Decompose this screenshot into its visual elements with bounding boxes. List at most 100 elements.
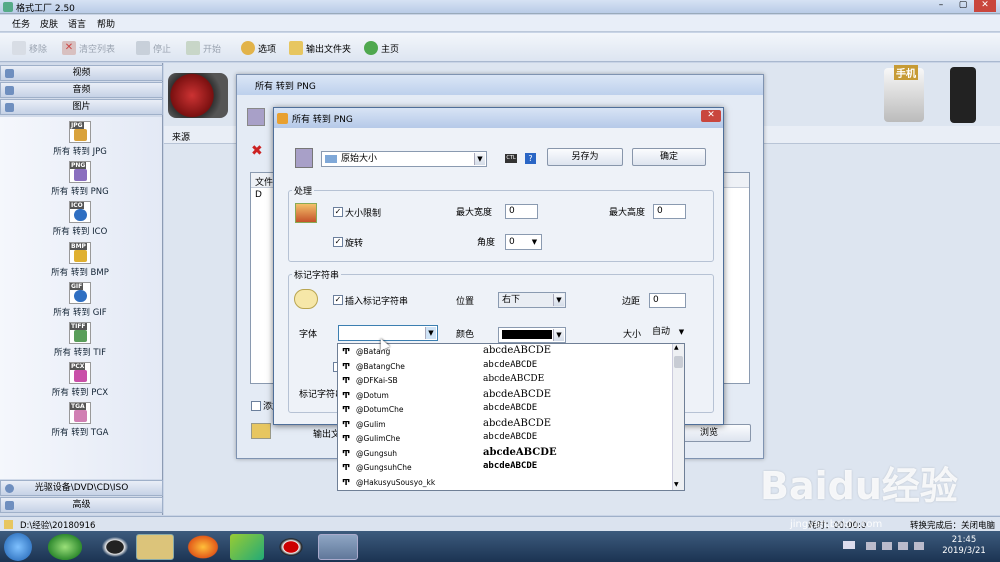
- list-item[interactable]: Ͳ @BatangChe abcdeABCDE: [338, 359, 672, 374]
- list-item[interactable]: Ͳ @Gungsuh abcdeABCDE: [338, 446, 672, 461]
- max-width-input[interactable]: 0: [505, 204, 538, 219]
- font-dropdown-list[interactable]: Ͳ @Batang abcdeABCDE Ͳ @BatangChe abcdeABCDE…: [337, 343, 685, 491]
- insert-mark-checkbox[interactable]: ✓: [333, 295, 343, 305]
- angle-label: 角度: [477, 238, 496, 248]
- format-item-tga[interactable]: TGA 所有 转到 TGA: [40, 402, 120, 438]
- clear-list-button[interactable]: ✕ 清空列表: [62, 39, 115, 57]
- tray-volume-icon[interactable]: [898, 542, 908, 550]
- dialog-close-button[interactable]: ✕: [701, 110, 721, 122]
- output-label: 输出文: [313, 430, 341, 440]
- truetype-icon: Ͳ: [342, 434, 351, 443]
- start-button[interactable]: 开始: [186, 39, 221, 57]
- scroll-down-icon[interactable]: ▼: [674, 481, 679, 488]
- truetype-icon: Ͳ: [342, 361, 351, 371]
- clear-icon: ✕: [62, 41, 76, 55]
- color-label: 颜色: [456, 330, 475, 340]
- status-after-convert: 转换完成后：关闭电脑: [910, 521, 996, 531]
- tray-network-icon[interactable]: [882, 542, 892, 550]
- disc-icon: [5, 484, 14, 493]
- list-item[interactable]: Ͳ @Dotum abcdeABCDE: [338, 388, 672, 403]
- baidu-watermark-logo: Baidu经验: [760, 464, 958, 508]
- globe-icon: [364, 41, 378, 55]
- dialog-caption: 所有 转到 PNG: [274, 108, 723, 128]
- close-button[interactable]: ✕: [974, 0, 996, 12]
- category-rom[interactable]: 光驱设备\DVD\CD\ISO: [0, 480, 163, 496]
- menu-task[interactable]: 任务: [12, 17, 30, 30]
- max-height-input[interactable]: 0: [653, 204, 686, 219]
- folder-icon[interactable]: [251, 423, 271, 439]
- chevron-down-icon: ▼: [474, 153, 485, 165]
- margin-input[interactable]: 0: [649, 293, 686, 308]
- tray-flag-icon[interactable]: [866, 542, 876, 550]
- category-video[interactable]: 视频: [0, 65, 163, 81]
- recorder-icon[interactable]: [274, 534, 308, 560]
- font-select[interactable]: ▼: [338, 325, 438, 341]
- format-item-pcx[interactable]: PCX 所有 转到 PCX: [40, 362, 120, 398]
- angle-select[interactable]: 0 ▼: [505, 234, 542, 250]
- size-select[interactable]: 原始大小 ▼: [321, 151, 487, 167]
- tray-keyboard-icon[interactable]: [843, 541, 855, 549]
- gif-icon: GIF: [69, 282, 91, 304]
- rotate-checkbox[interactable]: ✓: [333, 237, 343, 247]
- image-icon: [5, 103, 14, 112]
- truetype-icon: Ͳ: [342, 347, 351, 356]
- output-folder-button[interactable]: 输出文件夹: [289, 39, 351, 57]
- start-icon: [186, 41, 200, 55]
- list-item[interactable]: Ͳ @GungsuhChe abcdeABCDE: [338, 460, 672, 475]
- start-orb-icon[interactable]: [4, 533, 32, 561]
- options-button[interactable]: 选项: [241, 39, 276, 57]
- position-select[interactable]: 右下 ▼: [498, 292, 566, 308]
- size-limit-checkbox[interactable]: ✓: [333, 207, 343, 217]
- format-item-jpg[interactable]: JPG 所有 转到 JPG: [40, 121, 120, 157]
- remove-button[interactable]: 移除: [12, 39, 47, 57]
- folder-icon: [289, 41, 303, 55]
- color-select[interactable]: ▼: [498, 327, 566, 343]
- format-item-gif[interactable]: GIF 所有 转到 GIF: [40, 282, 120, 318]
- tga-icon: TGA: [69, 402, 91, 424]
- format-item-tif[interactable]: TIFF 所有 转到 TIF: [40, 322, 120, 358]
- category-image[interactable]: 图片: [0, 99, 163, 115]
- size-select-font[interactable]: 自动 ▼: [649, 325, 688, 341]
- media-player-icon[interactable]: [230, 534, 264, 560]
- browser-360-icon[interactable]: [48, 534, 82, 560]
- bmp-icon: BMP: [69, 242, 91, 264]
- delete-icon[interactable]: ✖: [251, 143, 263, 159]
- scroll-up-icon[interactable]: ▲: [674, 344, 679, 351]
- toolbar: 移除 ✕ 清空列表 停止 开始 选项 输出文件夹 主页: [0, 33, 1000, 62]
- phone-label: 手机: [894, 65, 918, 80]
- category-audio[interactable]: 音频: [0, 82, 163, 98]
- scroll-thumb[interactable]: [674, 356, 683, 368]
- truetype-icon: Ͳ: [342, 477, 351, 487]
- list-item[interactable]: Ͳ @Gulim abcdeABCDE: [338, 417, 672, 432]
- qq-icon[interactable]: [98, 534, 132, 560]
- list-item[interactable]: Ͳ @GulimChe abcdeABCDE: [338, 431, 672, 446]
- list-item[interactable]: Ͳ @HakusyuSousyo_kk: [338, 475, 672, 490]
- truetype-icon: Ͳ: [342, 390, 351, 400]
- file-row[interactable]: D: [255, 190, 262, 200]
- menu-skin[interactable]: 皮肤: [40, 17, 58, 30]
- menu-help[interactable]: 帮助: [97, 17, 115, 30]
- save-as-button[interactable]: 另存为: [547, 148, 623, 166]
- tray-battery-icon[interactable]: [914, 542, 924, 550]
- list-item[interactable]: Ͳ @DotumChe abcdeABCDE: [338, 402, 672, 417]
- file-explorer-icon[interactable]: [136, 534, 174, 560]
- format-item-png[interactable]: PNG 所有 转到 PNG: [40, 161, 120, 197]
- ctrl-icon[interactable]: CTL: [505, 154, 517, 163]
- format-item-bmp[interactable]: BMP 所有 转到 BMP: [40, 242, 120, 278]
- size-label: 大小: [623, 330, 642, 340]
- firefox-icon[interactable]: [186, 534, 220, 560]
- clock[interactable]: 21:45 2019/3/21: [934, 535, 994, 557]
- format-factory-taskbar-icon[interactable]: [318, 534, 358, 560]
- menu-language[interactable]: 语言: [68, 17, 86, 30]
- ok-button[interactable]: 确定: [632, 148, 706, 166]
- minimize-button[interactable]: –: [930, 0, 952, 12]
- add-checkbox[interactable]: [251, 401, 261, 411]
- format-item-ico[interactable]: ICO 所有 转到 ICO: [40, 201, 120, 237]
- maximize-button[interactable]: ▢: [952, 0, 974, 12]
- help-icon[interactable]: ?: [525, 153, 536, 164]
- list-item[interactable]: Ͳ @DFKai-SB abcdeABCDE: [338, 373, 672, 388]
- stop-button[interactable]: 停止: [136, 39, 171, 57]
- scrollbar[interactable]: ▲ ▼: [672, 344, 684, 490]
- home-button[interactable]: 主页: [364, 39, 399, 57]
- category-advanced[interactable]: 高级: [0, 497, 163, 513]
